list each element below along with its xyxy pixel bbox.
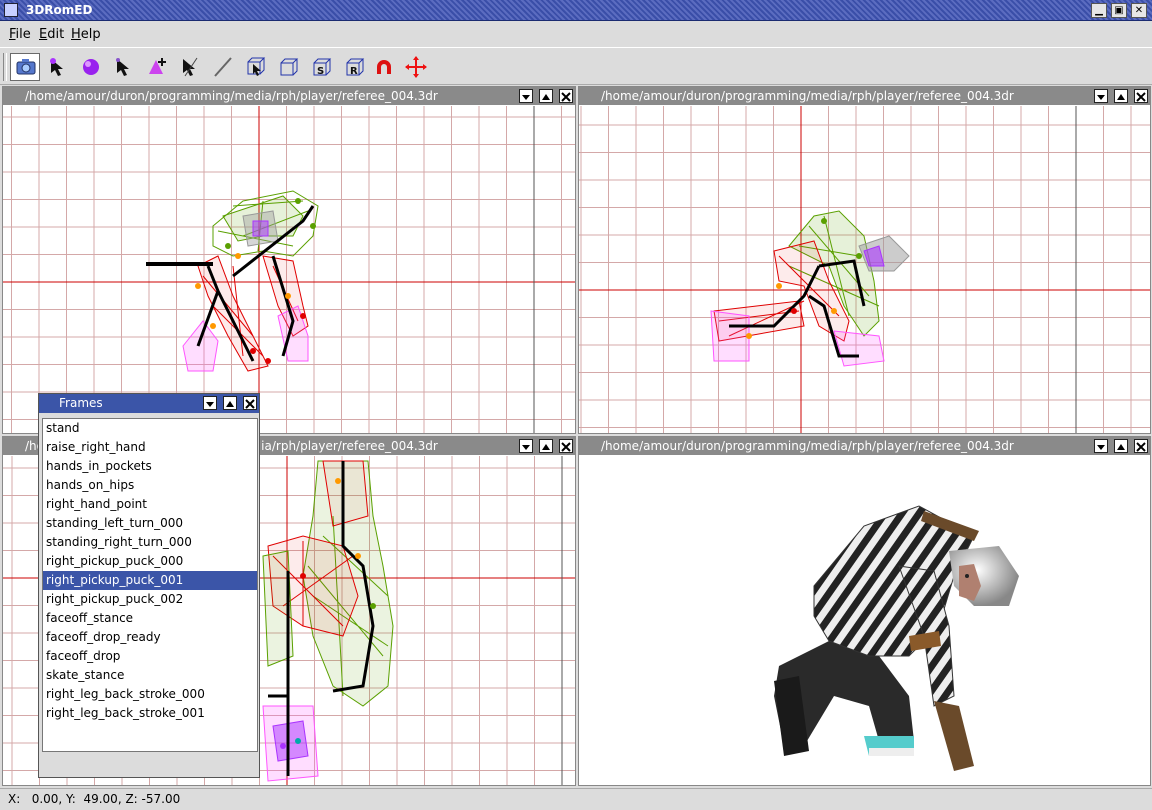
viewport-title: /home/amour/duron/programming/media/rph/… bbox=[25, 89, 438, 103]
viewport-perspective[interactable]: /home/amour/duron/programming/media/rph/… bbox=[578, 436, 1151, 786]
minimize-button[interactable]: ▁ bbox=[1091, 3, 1107, 18]
select-box-tool-button[interactable] bbox=[241, 53, 271, 81]
chevron-up-icon[interactable] bbox=[1114, 439, 1129, 453]
line-tool-button[interactable] bbox=[208, 53, 238, 81]
frame-list-item[interactable]: faceoff_stance bbox=[43, 609, 257, 628]
close-button[interactable]: ✕ bbox=[1131, 3, 1147, 18]
frame-list-item[interactable]: standing_right_turn_000 bbox=[43, 533, 257, 552]
scale-box-icon: S bbox=[313, 58, 332, 77]
viewport-canvas[interactable] bbox=[579, 106, 1150, 433]
chevron-up-icon[interactable] bbox=[223, 396, 238, 410]
frame-list-item[interactable]: standing_left_turn_000 bbox=[43, 514, 257, 533]
sphere-tool-button[interactable] bbox=[76, 53, 106, 81]
chevron-up-icon[interactable] bbox=[539, 89, 554, 103]
frame-list-item[interactable]: right_pickup_puck_000 bbox=[43, 552, 257, 571]
toolbar-grip[interactable] bbox=[3, 53, 7, 81]
frame-list-item[interactable]: faceoff_drop bbox=[43, 647, 257, 666]
viewport-canvas[interactable] bbox=[3, 106, 575, 433]
title-bar: 3DRomED ▁ ▣ ✕ bbox=[0, 0, 1152, 21]
scale-box-tool-button[interactable]: S bbox=[307, 53, 337, 81]
viewport-title: /home/amour/duron/programming/media/rph/… bbox=[601, 89, 1014, 103]
viewport-title: /home/amour/duron/programming/media/rph/… bbox=[601, 439, 1014, 453]
frame-list-item[interactable]: right_hand_point bbox=[43, 495, 257, 514]
close-icon[interactable] bbox=[243, 396, 257, 410]
box-tool-button[interactable] bbox=[274, 53, 304, 81]
pick-arrow-icon bbox=[183, 57, 198, 77]
mesh-wireframe bbox=[262, 460, 394, 782]
frame-list-item[interactable]: hands_in_pockets bbox=[43, 457, 257, 476]
magnet-icon bbox=[377, 60, 391, 74]
menu-bar: File Edit Help bbox=[0, 22, 1152, 46]
viewport-header: /home/amour/duron/programming/media/rph/… bbox=[579, 437, 1150, 455]
chevron-down-icon[interactable] bbox=[203, 396, 218, 410]
menu-help[interactable]: Help bbox=[71, 27, 101, 42]
rotate-box-tool-button[interactable]: R bbox=[340, 53, 370, 81]
toolbar: S R bbox=[0, 47, 1152, 85]
move-tool-button[interactable] bbox=[401, 53, 431, 81]
frame-list-item[interactable]: right_leg_back_stroke_001 bbox=[43, 704, 257, 723]
box-icon bbox=[280, 58, 299, 76]
viewport-header: /home/amour/duron/programming/media/rph/… bbox=[3, 87, 575, 105]
viewport-side[interactable]: /home/amour/duron/programming/media/rph/… bbox=[578, 86, 1151, 434]
referee-model bbox=[774, 505, 1019, 771]
select-arrow-tool-button[interactable] bbox=[109, 53, 139, 81]
close-icon[interactable] bbox=[1134, 439, 1148, 453]
viewport-header: /home/amour/duron/programming/media/rph/… bbox=[579, 87, 1150, 105]
svg-text:S: S bbox=[317, 66, 324, 77]
frame-list-item[interactable]: right_pickup_puck_001 bbox=[43, 571, 257, 590]
svg-text:R: R bbox=[350, 66, 358, 77]
close-icon[interactable] bbox=[559, 439, 573, 453]
line-tool-icon bbox=[214, 57, 232, 77]
move-icon bbox=[405, 56, 427, 78]
frame-list-item[interactable]: stand bbox=[43, 419, 257, 438]
chevron-down-icon[interactable] bbox=[1094, 89, 1109, 103]
select-vertex-tool-button[interactable] bbox=[43, 53, 73, 81]
window-title: 3DRomED bbox=[26, 3, 93, 17]
select-box-icon bbox=[247, 57, 266, 76]
camera-tool-button[interactable] bbox=[10, 53, 40, 81]
frame-list-item[interactable]: faceoff_drop_ready bbox=[43, 628, 257, 647]
frames-title-bar[interactable]: Frames bbox=[39, 394, 259, 413]
menu-file[interactable]: File bbox=[9, 27, 31, 42]
frames-list[interactable]: stand raise_right_hand hands_in_pockets han… bbox=[42, 418, 258, 752]
frame-list-item[interactable]: right_pickup_puck_002 bbox=[43, 590, 257, 609]
frame-list-item[interactable]: raise_right_hand bbox=[43, 438, 257, 457]
add-triangle-icon bbox=[149, 58, 166, 74]
frame-list-item[interactable]: right_leg_back_stroke_000 bbox=[43, 685, 257, 704]
select-vertex-icon bbox=[50, 58, 63, 76]
frames-dialog[interactable]: Frames stand raise_right_hand hands_in_poc… bbox=[38, 393, 260, 778]
chevron-up-icon[interactable] bbox=[1114, 89, 1129, 103]
rotate-box-icon: R bbox=[346, 58, 365, 77]
menu-edit[interactable]: Edit bbox=[39, 27, 64, 42]
frame-list-item[interactable]: hands_on_hips bbox=[43, 476, 257, 495]
magnet-tool-button[interactable] bbox=[369, 53, 399, 81]
sphere-icon bbox=[83, 59, 99, 75]
status-bar: X: 0.00, Y: 49.00, Z: -57.00 bbox=[0, 788, 1152, 810]
coordinates-readout: X: 0.00, Y: 49.00, Z: -57.00 bbox=[8, 792, 181, 806]
chevron-up-icon[interactable] bbox=[539, 439, 554, 453]
frames-title: Frames bbox=[59, 396, 103, 410]
app-icon[interactable] bbox=[4, 3, 18, 17]
pick-arrow-tool-button[interactable] bbox=[175, 53, 205, 81]
maximize-button[interactable]: ▣ bbox=[1111, 3, 1127, 18]
rendered-model[interactable] bbox=[579, 456, 1150, 785]
frame-list-item[interactable]: skate_stance bbox=[43, 666, 257, 685]
select-arrow-icon bbox=[116, 58, 129, 76]
add-triangle-tool-button[interactable] bbox=[142, 53, 172, 81]
mesh-wireframe bbox=[710, 210, 910, 367]
chevron-down-icon[interactable] bbox=[1094, 439, 1109, 453]
camera-icon bbox=[16, 59, 36, 75]
close-icon[interactable] bbox=[559, 89, 573, 103]
close-icon[interactable] bbox=[1134, 89, 1148, 103]
chevron-down-icon[interactable] bbox=[519, 439, 534, 453]
viewport-front[interactable]: /home/amour/duron/programming/media/rph/… bbox=[2, 86, 576, 434]
chevron-down-icon[interactable] bbox=[519, 89, 534, 103]
